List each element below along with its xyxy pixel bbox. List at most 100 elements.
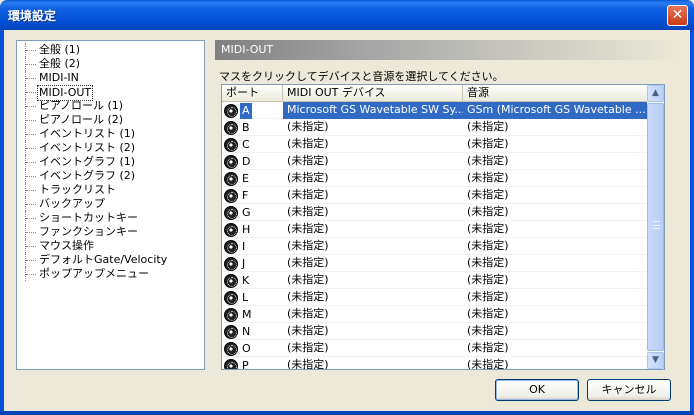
scroll-down-button[interactable]: ▼ [647,352,664,369]
device-cell[interactable]: (未指定) [283,255,463,272]
source-cell[interactable]: (未指定) [463,204,649,221]
port-cell[interactable]: J [222,255,283,272]
scroll-thumb[interactable] [647,103,664,351]
device-cell[interactable]: (未指定) [283,170,463,187]
tree-item[interactable]: MIDI-IN [25,71,81,85]
tree-item[interactable]: イベントグラフ (1) [25,155,137,169]
tree-item[interactable]: ピアノロール (1) [25,99,125,113]
device-cell[interactable]: (未指定) [283,306,463,323]
source-cell[interactable]: (未指定) [463,170,649,187]
port-cell[interactable]: P [222,357,283,369]
device-cell[interactable]: (未指定) [283,136,463,153]
tree-item[interactable]: MIDI-OUT [25,85,94,101]
table-row[interactable]: I (未指定) (未指定) [222,238,649,255]
midi-port-icon [224,358,238,369]
device-cell[interactable]: (未指定) [283,187,463,204]
tree-item[interactable]: トラックリスト [25,183,118,197]
device-cell[interactable]: (未指定) [283,357,463,369]
column-header-source[interactable]: 音源 [463,85,649,102]
ok-button[interactable]: OK [495,379,579,401]
device-cell[interactable]: (未指定) [283,340,463,357]
port-cell[interactable]: A [222,102,283,119]
port-label: E [242,171,249,185]
port-cell[interactable]: B [222,119,283,136]
tree-item[interactable]: ファンクションキー [25,225,140,239]
source-cell[interactable]: (未指定) [463,340,649,357]
device-cell[interactable]: (未指定) [283,289,463,306]
source-cell[interactable]: (未指定) [463,272,649,289]
column-header-device[interactable]: MIDI OUT デバイス [283,85,463,102]
table-row[interactable]: L (未指定) (未指定) [222,289,649,306]
tree-connector-line [25,183,37,197]
source-cell[interactable]: (未指定) [463,323,649,340]
table-row[interactable]: J (未指定) (未指定) [222,255,649,272]
port-cell[interactable]: K [222,272,283,289]
source-cell[interactable]: (未指定) [463,306,649,323]
port-cell[interactable]: C [222,136,283,153]
port-cell[interactable]: I [222,238,283,255]
tree-item[interactable]: 全般 (2) [25,57,82,71]
column-header-port[interactable]: ポート [222,85,283,102]
source-cell[interactable]: GSm (Microsoft GS Wavetable ... [463,102,649,119]
tree-item[interactable]: イベントグラフ (2) [25,169,137,183]
table-row[interactable]: A Microsoft GS Wavetable SW Sy... GSm (Mic… [222,102,649,119]
tree-item[interactable]: ピアノロール (2) [25,113,125,127]
port-cell[interactable]: D [222,153,283,170]
table-row[interactable]: C (未指定) (未指定) [222,136,649,153]
port-cell[interactable]: N [222,323,283,340]
port-cell[interactable]: M [222,306,283,323]
table-row[interactable]: K (未指定) (未指定) [222,272,649,289]
tree-item[interactable]: ショートカットキー [25,211,140,225]
device-cell[interactable]: (未指定) [283,204,463,221]
port-cell[interactable]: F [222,187,283,204]
port-cell[interactable]: L [222,289,283,306]
table-row[interactable]: M (未指定) (未指定) [222,306,649,323]
cancel-button[interactable]: キャンセル [587,379,671,401]
settings-category-tree[interactable]: 全般 (1) 全般 (2) MIDI-IN MIDI-OUT ピアノロール (1) ピアノ… [16,40,205,370]
source-cell[interactable]: (未指定) [463,221,649,238]
source-cell[interactable]: (未指定) [463,255,649,272]
scroll-up-button[interactable]: ▲ [647,85,664,102]
tree-item[interactable]: デフォルトGate/Velocity [25,253,169,267]
tree-item[interactable]: イベントリスト (1) [25,127,137,141]
source-cell[interactable]: (未指定) [463,357,649,369]
close-button[interactable]: ✕ [667,5,688,26]
port-cell[interactable]: O [222,340,283,357]
table-row[interactable]: G (未指定) (未指定) [222,204,649,221]
table-row[interactable]: N (未指定) (未指定) [222,323,649,340]
midi-port-icon [224,137,238,152]
table-row[interactable]: H (未指定) (未指定) [222,221,649,238]
device-cell[interactable]: (未指定) [283,238,463,255]
port-label: A [240,102,252,119]
port-cell[interactable]: G [222,204,283,221]
source-cell[interactable]: (未指定) [463,238,649,255]
port-cell[interactable]: H [222,221,283,238]
tree-item[interactable]: バックアップ [25,197,107,211]
source-cell[interactable]: (未指定) [463,136,649,153]
device-cell[interactable]: (未指定) [283,323,463,340]
vertical-scrollbar[interactable]: ▲ ▼ [647,85,664,369]
device-cell[interactable]: Microsoft GS Wavetable SW Sy... [283,102,463,119]
tree-item[interactable]: ポップアップメニュー [25,267,151,281]
source-cell[interactable]: (未指定) [463,289,649,306]
table-row[interactable]: E (未指定) (未指定) [222,170,649,187]
tree-item[interactable]: イベントリスト (2) [25,141,137,155]
tree-item[interactable]: 全般 (1) [25,43,82,57]
table-row[interactable]: B (未指定) (未指定) [222,119,649,136]
source-cell[interactable]: (未指定) [463,119,649,136]
tree-item[interactable]: マウス操作 [25,239,96,253]
source-cell[interactable]: (未指定) [463,153,649,170]
device-cell[interactable]: (未指定) [283,221,463,238]
table-row[interactable]: P (未指定) (未指定) [222,357,649,369]
table-row[interactable]: D (未指定) (未指定) [222,153,649,170]
device-cell[interactable]: (未指定) [283,119,463,136]
window-frame-right [690,30,694,415]
port-cell[interactable]: E [222,170,283,187]
device-cell[interactable]: (未指定) [283,153,463,170]
port-label: N [242,324,251,338]
source-cell[interactable]: (未指定) [463,187,649,204]
table-row[interactable]: F (未指定) (未指定) [222,187,649,204]
table-row[interactable]: O (未指定) (未指定) [222,340,649,357]
device-cell[interactable]: (未指定) [283,272,463,289]
midi-out-port-grid[interactable]: ポート MIDI OUT デバイス 音源 A Microsoft GS Wavet… [221,84,665,370]
